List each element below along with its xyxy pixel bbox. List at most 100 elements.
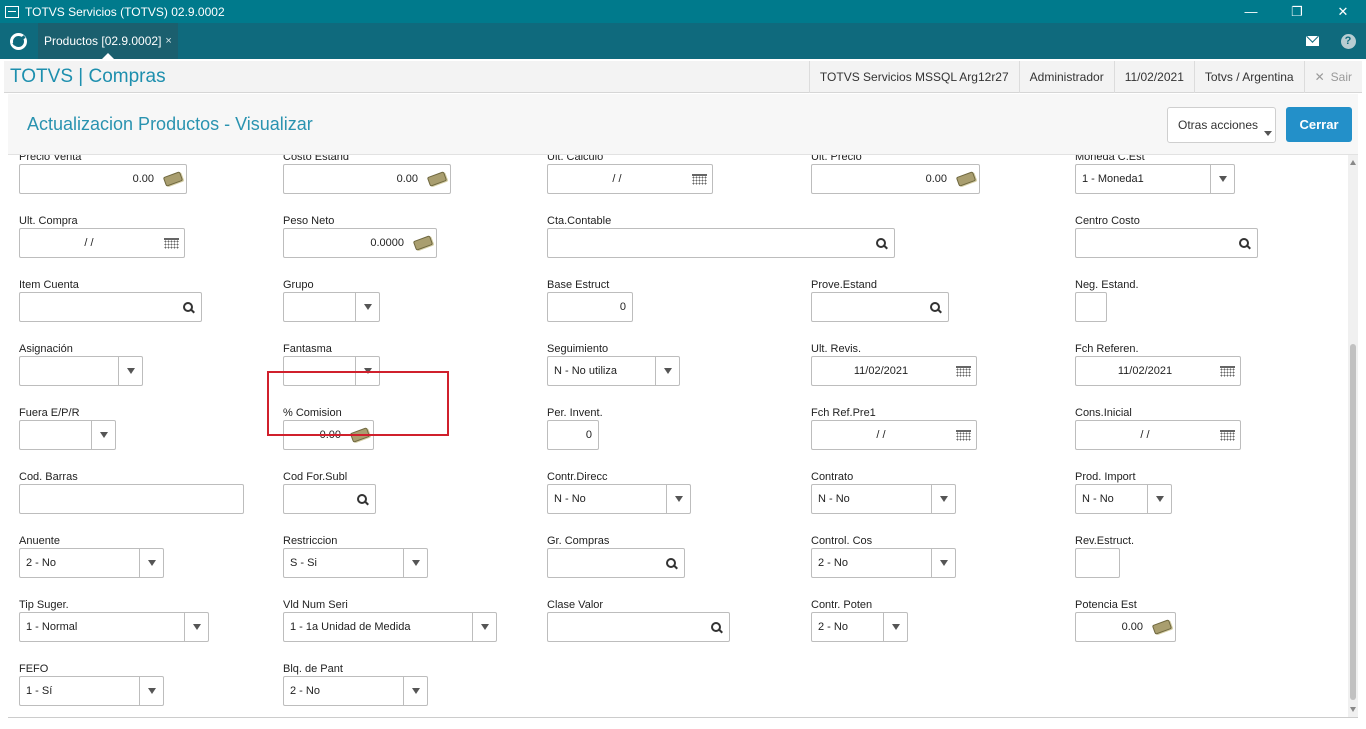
field-label: Ult. Revis.: [811, 343, 862, 355]
fuera-epr-select[interactable]: [19, 420, 116, 450]
ult-precio-input[interactable]: 0.00: [811, 164, 980, 194]
field-label: Asignación: [19, 343, 73, 355]
prod-import-select[interactable]: N - No: [1075, 484, 1172, 514]
contr-direcc-select[interactable]: N - No: [547, 484, 691, 514]
field-label: Per. Invent.: [547, 407, 603, 419]
money-icon[interactable]: [412, 235, 434, 251]
close-window-button[interactable]: ✕: [1320, 0, 1366, 23]
company-info[interactable]: Totvs / Argentina: [1193, 60, 1304, 93]
field-label: Fch Referen.: [1075, 343, 1139, 355]
cons-inicial-input[interactable]: / /: [1075, 420, 1241, 450]
money-icon[interactable]: [1151, 619, 1173, 635]
field-label: Fuera E/P/R: [19, 407, 80, 419]
money-icon[interactable]: [426, 171, 448, 187]
search-icon[interactable]: [875, 237, 887, 249]
cerrar-button[interactable]: Cerrar: [1286, 107, 1352, 142]
calendar-icon[interactable]: [1219, 365, 1235, 377]
form-bottom-divider: [8, 717, 1358, 718]
user-info[interactable]: Administrador: [1018, 60, 1114, 93]
prove-estand-input[interactable]: [811, 292, 949, 322]
scroll-down-arrow-icon[interactable]: [1350, 707, 1356, 712]
fefo-select[interactable]: 1 - Sí: [19, 676, 164, 706]
anuente-select[interactable]: 2 - No: [19, 548, 164, 578]
money-icon[interactable]: [955, 171, 977, 187]
minimize-button[interactable]: —: [1228, 0, 1274, 23]
moneda-cest-select[interactable]: 1 - Moneda1: [1075, 164, 1235, 194]
mail-icon[interactable]: [1294, 23, 1330, 59]
money-icon[interactable]: [162, 171, 184, 187]
base-estruct-input[interactable]: 0: [547, 292, 633, 322]
chevron-down-icon: [99, 432, 108, 438]
field-label: Precio Venta: [19, 155, 82, 163]
ult-calculo-input[interactable]: / /: [547, 164, 713, 194]
clase-valor-input[interactable]: [547, 612, 730, 642]
scroll-up-arrow-icon[interactable]: [1350, 160, 1356, 165]
restore-button[interactable]: ❐: [1274, 0, 1320, 23]
module-brand: TOTVS | Compras: [10, 65, 166, 87]
cod-barras-input[interactable]: [19, 484, 244, 514]
fch-ref-pre1-input[interactable]: / /: [811, 420, 977, 450]
peso-neto-input[interactable]: 0.0000: [283, 228, 437, 258]
otras-acciones-label: Otras acciones: [1178, 118, 1259, 132]
item-cuenta-input[interactable]: [19, 292, 202, 322]
ult-compra-input[interactable]: / /: [19, 228, 185, 258]
tip-suger-select[interactable]: 1 - Normal: [19, 612, 209, 642]
search-icon[interactable]: [710, 621, 722, 633]
tab-label: Productos [02.9.0002]: [44, 34, 162, 48]
vertical-scrollbar[interactable]: [1348, 155, 1358, 717]
blq-de-pant-select[interactable]: 2 - No: [283, 676, 428, 706]
help-button[interactable]: ?: [1330, 23, 1366, 59]
field-label: Clase Valor: [547, 599, 604, 611]
tab-close-icon[interactable]: ×: [165, 35, 171, 47]
potencia-est-input[interactable]: 0.00: [1075, 612, 1176, 642]
environment-info[interactable]: TOTVS Servicios MSSQL Arg12r27: [808, 60, 1019, 93]
field-label: Costo Estand: [283, 155, 350, 163]
calendar-icon[interactable]: [691, 173, 707, 185]
gr-compras-input[interactable]: [547, 548, 685, 578]
contr-poten-select[interactable]: 2 - No: [811, 612, 908, 642]
grupo-select[interactable]: [283, 292, 380, 322]
scrollbar-thumb[interactable]: [1350, 344, 1356, 700]
vld-num-seri-select[interactable]: 1 - 1a Unidad de Medida: [283, 612, 497, 642]
otras-acciones-button[interactable]: Otras acciones: [1167, 107, 1276, 143]
app-window-icon: [5, 5, 19, 18]
chevron-down-icon: [663, 368, 672, 374]
field-label: Potencia Est: [1075, 599, 1137, 611]
exit-button[interactable]: ✕ Sair: [1303, 60, 1362, 93]
cod-for-subl-input[interactable]: [283, 484, 376, 514]
asignacion-select[interactable]: [19, 356, 143, 386]
calendar-icon[interactable]: [163, 237, 179, 249]
search-icon[interactable]: [1238, 237, 1250, 249]
cta-contable-input[interactable]: [547, 228, 895, 258]
precio-venta-input[interactable]: 0.00: [19, 164, 187, 194]
date-info[interactable]: 11/02/2021: [1113, 60, 1194, 93]
per-invent-input[interactable]: 0: [547, 420, 599, 450]
totvs-logo-icon[interactable]: [0, 23, 36, 59]
costo-estand-input[interactable]: 0.00: [283, 164, 451, 194]
search-icon[interactable]: [665, 557, 677, 569]
field-label: Gr. Compras: [547, 535, 610, 547]
field-label: Grupo: [283, 279, 314, 291]
contrato-select[interactable]: N - No: [811, 484, 956, 514]
calendar-icon[interactable]: [955, 429, 971, 441]
fch-referen-input[interactable]: 11/02/2021: [1075, 356, 1241, 386]
search-icon[interactable]: [356, 493, 368, 505]
centro-costo-input[interactable]: [1075, 228, 1258, 258]
restriccion-select[interactable]: S - Si: [283, 548, 428, 578]
seguimiento-select[interactable]: N - No utiliza: [547, 356, 680, 386]
ult-revis-input[interactable]: 11/02/2021: [811, 356, 977, 386]
tab-productos[interactable]: Productos [02.9.0002] ×: [38, 23, 178, 59]
field-label: Cta.Contable: [547, 215, 612, 227]
search-icon[interactable]: [182, 301, 194, 313]
search-icon[interactable]: [929, 301, 941, 313]
calendar-icon[interactable]: [1219, 429, 1235, 441]
field-label: Contr.Direcc: [547, 471, 608, 483]
calendar-icon[interactable]: [955, 365, 971, 377]
neg-estand-input[interactable]: [1075, 292, 1107, 322]
field-label: Base Estruct: [547, 279, 610, 291]
chevron-down-icon: [1155, 496, 1164, 502]
field-label: Vld Num Seri: [283, 599, 348, 611]
control-cos-select[interactable]: 2 - No: [811, 548, 956, 578]
rev-estruct-input[interactable]: [1075, 548, 1120, 578]
product-form: Precio Venta 0.00 Costo Estand 0.00 Ult.…: [8, 155, 1348, 717]
